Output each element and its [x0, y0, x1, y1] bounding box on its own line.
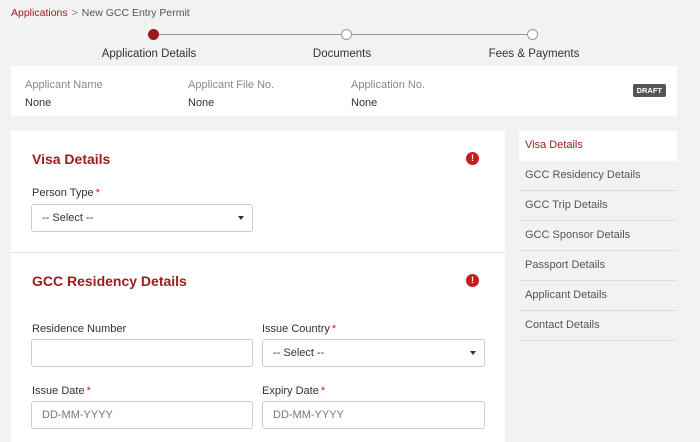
- residence-number-input[interactable]: [31, 339, 253, 367]
- step-label-documents[interactable]: Documents: [313, 48, 371, 60]
- applicant-summary-card: Applicant Name None Applicant File No. N…: [11, 66, 677, 116]
- application-no-value: None: [351, 97, 378, 109]
- applicant-name-value: None: [25, 97, 52, 109]
- required-asterisk: *: [331, 323, 337, 335]
- person-type-select[interactable]: -- Select --: [31, 204, 253, 232]
- gcc-residency-details-title: GCC Residency Details: [32, 273, 187, 289]
- expiry-date-label: Expiry Date *: [262, 385, 325, 397]
- section-divider: [11, 252, 505, 253]
- caret-down-icon: [470, 351, 476, 355]
- person-type-label: Person Type *: [32, 187, 100, 199]
- applicant-file-no-field: Applicant File No. None: [188, 79, 274, 109]
- side-nav-item-applicant-details[interactable]: Applicant Details: [519, 281, 677, 311]
- side-nav-item-passport-details[interactable]: Passport Details: [519, 251, 677, 281]
- issue-country-select[interactable]: -- Select --: [262, 339, 485, 367]
- step-connector: [346, 34, 532, 35]
- breadcrumb-current: New GCC Entry Permit: [81, 7, 190, 19]
- breadcrumb-applications-link[interactable]: Applications: [11, 7, 68, 19]
- step-dot-fees-payments: [527, 29, 538, 40]
- applicant-name-field: Applicant Name None: [25, 79, 103, 109]
- issue-date-input[interactable]: [31, 401, 253, 429]
- progress-stepper: Application Details Documents Fees & Pay…: [0, 28, 700, 68]
- issue-country-label: Issue Country *: [262, 323, 336, 335]
- required-asterisk: *: [86, 385, 91, 397]
- visa-details-title: Visa Details: [32, 151, 111, 167]
- issue-date-label-text: Issue Date: [32, 385, 85, 397]
- application-form: Visa Details ! Person Type * -- Select --…: [11, 131, 505, 442]
- applicant-name-label: Applicant Name: [25, 79, 103, 91]
- step-dot-documents: [341, 29, 352, 40]
- exclamation-circle-icon: !: [466, 152, 479, 165]
- person-type-select-value: -- Select --: [42, 212, 94, 224]
- caret-down-icon: [238, 216, 244, 220]
- person-type-label-text: Person Type: [32, 187, 94, 199]
- issue-date-label: Issue Date *: [32, 385, 91, 397]
- side-nav-item-gcc-trip-details[interactable]: GCC Trip Details: [519, 191, 677, 221]
- required-asterisk: *: [95, 187, 100, 199]
- step-label-fees-payments[interactable]: Fees & Payments: [489, 48, 580, 60]
- applicant-file-no-value: None: [188, 97, 215, 109]
- side-nav-item-gcc-sponsor-details[interactable]: GCC Sponsor Details: [519, 221, 677, 251]
- section-side-nav: Visa Details GCC Residency Details GCC T…: [519, 131, 677, 341]
- status-badge: DRAFT: [632, 84, 666, 97]
- application-no-field: Application No. None: [351, 79, 425, 109]
- required-asterisk: *: [320, 385, 326, 397]
- side-nav-item-gcc-residency-details[interactable]: GCC Residency Details: [519, 161, 677, 191]
- breadcrumb: Applications > New GCC Entry Permit: [11, 7, 190, 19]
- step-connector: [158, 34, 345, 35]
- expiry-date-label-text: Expiry Date: [262, 385, 319, 397]
- issue-country-select-value: -- Select --: [273, 347, 325, 359]
- application-no-label: Application No.: [351, 79, 425, 91]
- exclamation-circle-icon: !: [466, 274, 479, 287]
- side-nav-item-contact-details[interactable]: Contact Details: [519, 311, 677, 341]
- breadcrumb-separator: >: [71, 7, 78, 19]
- side-nav-item-visa-details[interactable]: Visa Details: [519, 131, 677, 161]
- residence-number-label: Residence Number: [32, 323, 127, 335]
- step-dot-application-details: [148, 29, 159, 40]
- expiry-date-input[interactable]: [262, 401, 485, 429]
- issue-country-label-text: Issue Country: [262, 323, 330, 335]
- step-label-application-details[interactable]: Application Details: [102, 48, 197, 60]
- applicant-file-no-label: Applicant File No.: [188, 79, 275, 91]
